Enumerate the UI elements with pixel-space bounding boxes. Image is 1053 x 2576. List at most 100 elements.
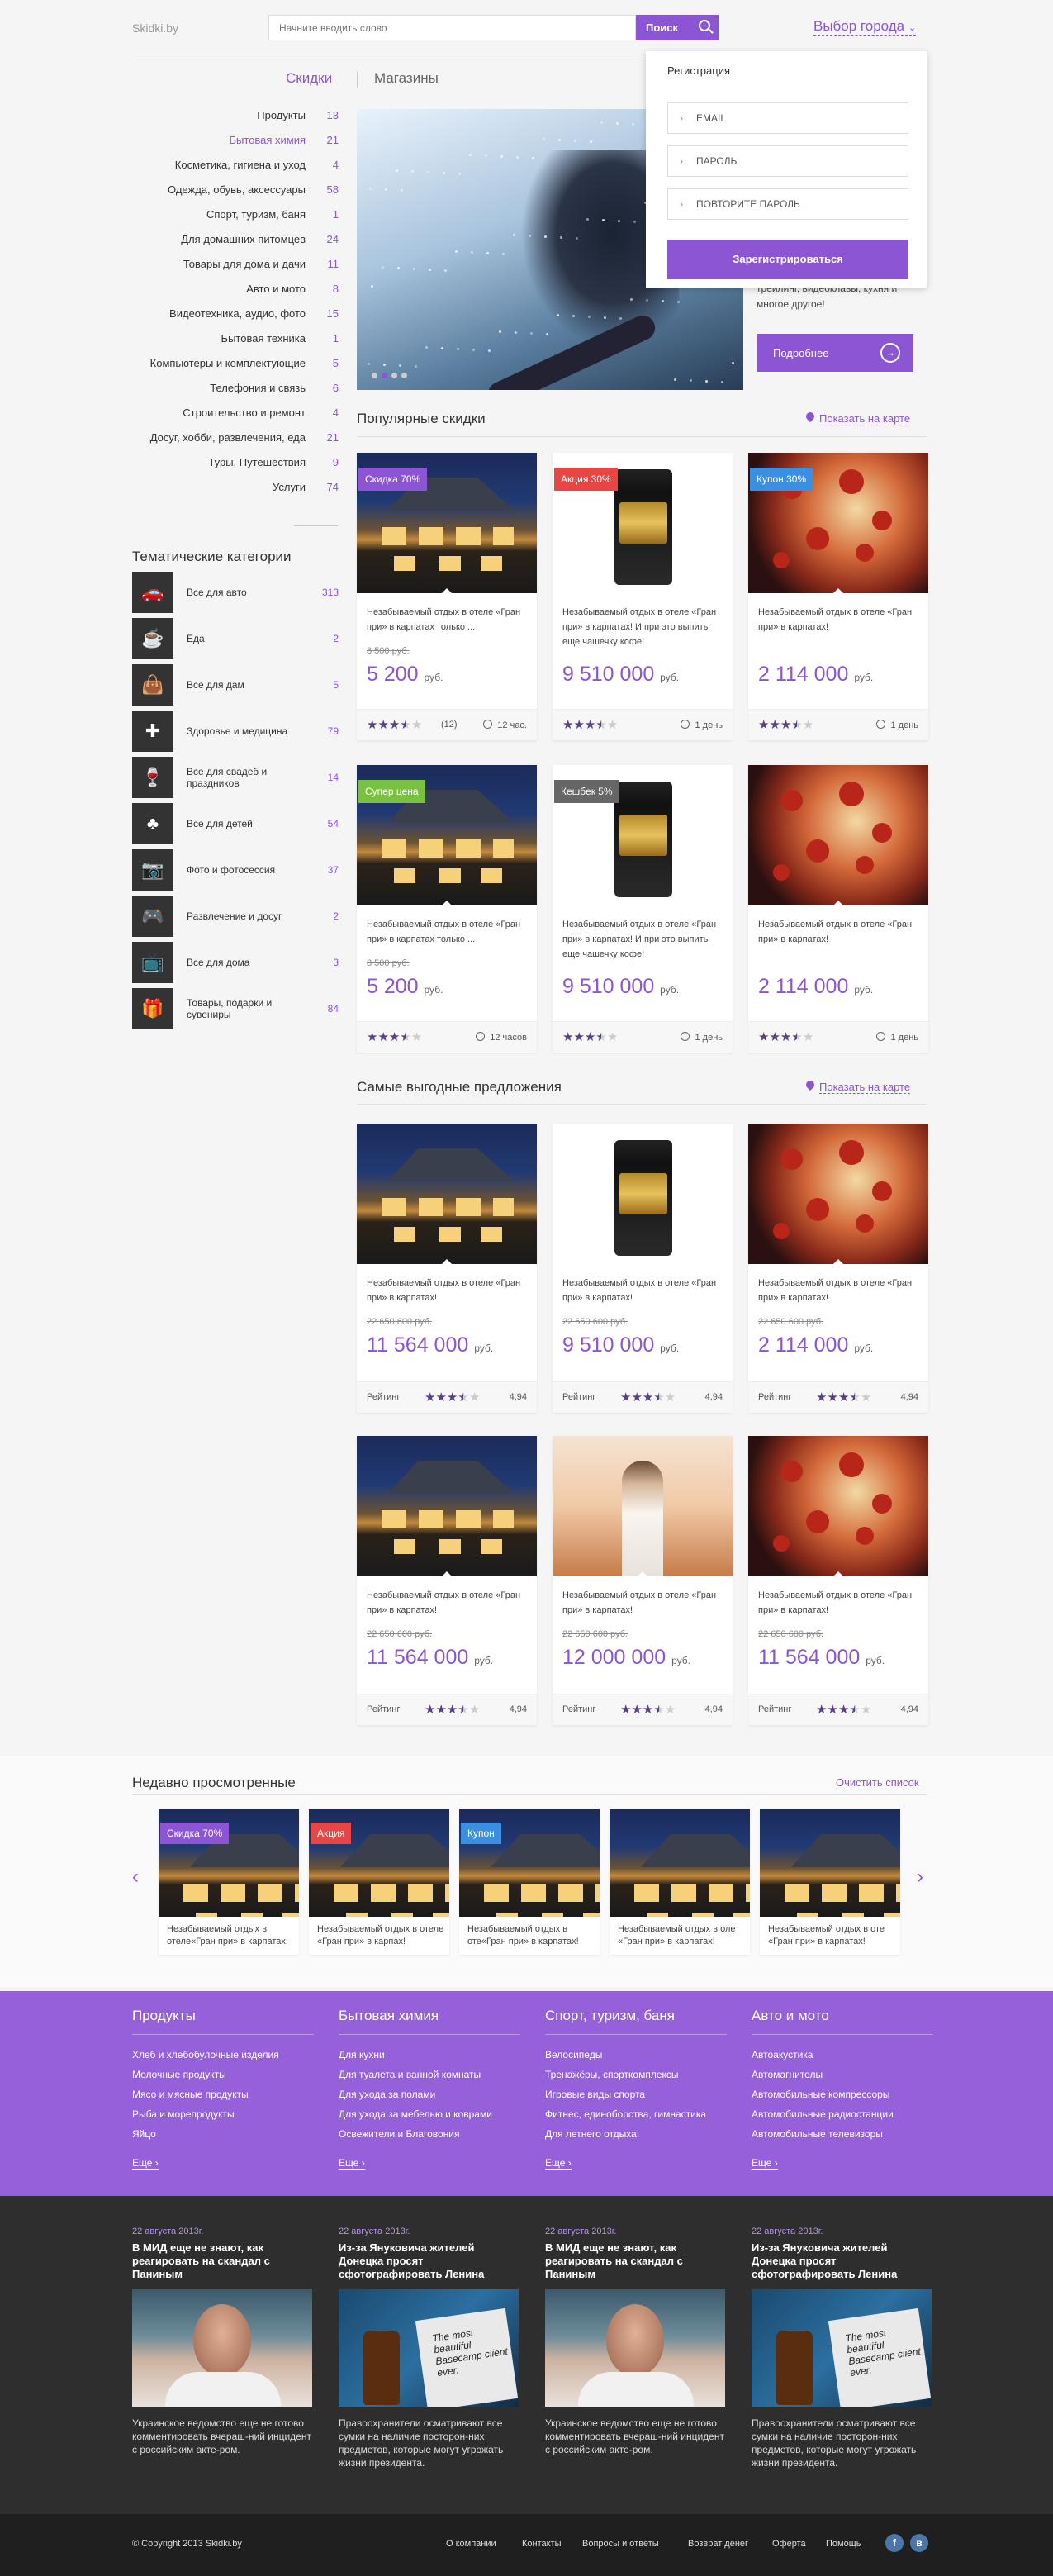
footer-link[interactable]: Велосипеды (545, 2045, 727, 2065)
footer-more-link[interactable]: Еще › (339, 2157, 365, 2170)
category-item[interactable]: Продукты 13 (132, 109, 339, 134)
thematic-item[interactable]: 🎮 Развлечение и досуг 2 (132, 896, 339, 937)
email-field[interactable]: EMAIL (667, 102, 908, 134)
register-button[interactable]: Зарегистрироваться (667, 240, 908, 279)
slider-dot[interactable] (372, 373, 377, 378)
deal-card[interactable]: Кешбек 5% Незабываемый отдых в отеле «Гра… (553, 765, 733, 1053)
news-title[interactable]: В МИД еще не знают, как реагировать на с… (132, 2241, 312, 2289)
slider-dot[interactable] (391, 373, 397, 378)
category-item[interactable]: Видеотехника, аудио, фото 15 (132, 307, 339, 332)
repeat-password-field[interactable]: ПОВТОРИТЕ ПАРОЛЬ (667, 188, 908, 220)
footer-column-title[interactable]: Продукты (132, 2008, 314, 2035)
footer-link[interactable]: Мясо и мясные продукты (132, 2084, 314, 2104)
category-item[interactable]: Спорт, туризм, баня 1 (132, 208, 339, 233)
recent-card[interactable]: Незабываемый отдых в оте «Гран при» в ка… (760, 1809, 900, 1955)
deal-card[interactable]: Купон 30% Незабываемый отдых в отеле «Гра… (748, 453, 928, 740)
thematic-item[interactable]: ✚ Здоровье и медицина 79 (132, 711, 339, 752)
deal-card[interactable]: Незабываемый отдых в отеле «Гран при» в … (748, 765, 928, 1053)
search-button[interactable]: Поиск (636, 15, 719, 40)
chevron-right-icon[interactable]: › (917, 1865, 923, 1889)
bottom-link[interactable]: Возврат денег (688, 2539, 748, 2549)
footer-column-title[interactable]: Спорт, туризм, баня (545, 2008, 727, 2035)
thematic-item[interactable]: ♣ Все для детей 54 (132, 803, 339, 844)
news-item[interactable]: 22 августа 2013г. В МИД еще не знают, как… (545, 2227, 725, 2456)
footer-link[interactable]: Хлеб и хлебобулочные изделия (132, 2045, 314, 2065)
chevron-left-icon[interactable]: ‹ (132, 1865, 139, 1889)
thematic-item[interactable]: 📷 Фото и фотосессия 37 (132, 849, 339, 891)
category-item[interactable]: Строительство и ремонт 4 (132, 406, 339, 431)
deal-card[interactable]: Скидка 70% Незабываемый отдых в отеле «Гр… (357, 453, 537, 740)
category-item[interactable]: Туры, Путешествия 9 (132, 456, 339, 481)
news-item[interactable]: 22 августа 2013г. Из-за Януковича жителей… (339, 2227, 519, 2469)
footer-link[interactable]: Освежители и Благовония (339, 2124, 520, 2144)
footer-more-link[interactable]: Еще › (545, 2157, 572, 2170)
thematic-item[interactable]: 🍷 Все для свадеб и праздников 14 (132, 757, 339, 798)
footer-link[interactable]: Автоакустика (752, 2045, 933, 2065)
bottom-link[interactable]: Помощь (826, 2539, 861, 2549)
bottom-link[interactable]: О компании (446, 2539, 496, 2549)
category-item[interactable]: Товары для дома и дачи 11 (132, 258, 339, 283)
footer-link[interactable]: Для ухода за полами (339, 2084, 520, 2104)
footer-more-link[interactable]: Еще › (752, 2157, 778, 2170)
thematic-item[interactable]: 🎁 Товары, подарки и сувениры 84 (132, 988, 339, 1029)
category-item[interactable]: Телефония и связь 6 (132, 382, 339, 406)
footer-link[interactable]: Автомобильные компрессоры (752, 2084, 933, 2104)
news-item[interactable]: 22 августа 2013г. Из-за Януковича жителей… (752, 2227, 932, 2469)
offer-card[interactable]: Незабываемый отдых в отеле «Гран при» в … (748, 1124, 928, 1413)
hero-more-button[interactable]: Подробнее → (757, 334, 913, 372)
bottom-link[interactable]: Оферта (772, 2539, 806, 2549)
facebook-icon[interactable]: f (885, 2534, 904, 2552)
popular-map-link[interactable]: Показать на карте (804, 410, 911, 425)
thematic-item[interactable]: ☕ Еда 2 (132, 618, 339, 659)
vk-icon[interactable]: в (910, 2534, 928, 2552)
footer-link[interactable]: Тренажёры, спорткомплексы (545, 2065, 727, 2084)
news-item[interactable]: 22 августа 2013г. В МИД еще не знают, как… (132, 2227, 312, 2456)
category-item[interactable]: Услуги 74 (132, 481, 339, 506)
deal-card[interactable]: Акция 30% Незабываемый отдых в отеле «Гра… (553, 453, 733, 740)
footer-link[interactable]: Фитнес, единоборства, гимнастика (545, 2104, 727, 2124)
password-field[interactable]: ПАРОЛЬ (667, 145, 908, 177)
footer-column-title[interactable]: Бытовая химия (339, 2008, 520, 2035)
footer-column-title[interactable]: Авто и мото (752, 2008, 933, 2035)
thematic-item[interactable]: 👜 Все для дам 5 (132, 664, 339, 706)
footer-link[interactable]: Игровые виды спорта (545, 2084, 727, 2104)
category-item[interactable]: Бытовая химия 21 (132, 134, 339, 159)
footer-link[interactable]: Для кухни (339, 2045, 520, 2065)
recent-card[interactable]: Купон Незабываемый отдых в оте«Гран при» … (459, 1809, 600, 1955)
recent-card[interactable]: Незабываемый отдых в оле «Гран при» в ка… (610, 1809, 750, 1955)
category-item[interactable]: Авто и мото 8 (132, 283, 339, 307)
clear-recent-link[interactable]: Очистить список (836, 1776, 919, 1789)
footer-link[interactable]: Для летнего отдыха (545, 2124, 727, 2144)
thematic-item[interactable]: 📺 Все для дома 3 (132, 942, 339, 983)
slider-dot[interactable] (401, 373, 407, 378)
thematic-item[interactable]: 🚗 Все для авто 313 (132, 572, 339, 613)
search-box[interactable] (268, 15, 636, 40)
footer-link[interactable]: Молочные продукты (132, 2065, 314, 2084)
best-map-link[interactable]: Показать на карте (804, 1078, 911, 1094)
offer-card[interactable]: Незабываемый отдых в отеле «Гран при» в … (553, 1124, 733, 1413)
footer-link[interactable]: Рыба и морепродукты (132, 2104, 314, 2124)
bottom-link[interactable]: Контакты (522, 2539, 562, 2549)
site-logo[interactable]: Skidki.by (132, 21, 178, 35)
footer-more-link[interactable]: Еще › (132, 2157, 159, 2170)
bottom-link[interactable]: Вопросы и ответы (582, 2539, 659, 2549)
offer-card[interactable]: Незабываемый отдых в отеле «Гран при» в … (357, 1436, 537, 1725)
category-item[interactable]: Для домашних питомцев 24 (132, 233, 339, 258)
news-title[interactable]: Из-за Януковича жителей Донецка просят с… (752, 2241, 932, 2289)
tab-discounts[interactable]: Скидки (286, 70, 332, 87)
offer-card[interactable]: Незабываемый отдых в отеле «Гран при» в … (357, 1124, 537, 1413)
city-select[interactable]: Выбор города ⌄ (813, 18, 917, 36)
footer-link[interactable]: Автомобильные телевизоры (752, 2124, 933, 2144)
category-item[interactable]: Досуг, хобби, развлечения, еда 21 (132, 431, 339, 456)
recent-card[interactable]: Скидка 70% Незабываемый отдых в отеле«Гра… (159, 1809, 299, 1955)
footer-link[interactable]: Для туалета и ванной комнаты (339, 2065, 520, 2084)
offer-card[interactable]: Незабываемый отдых в отеле «Гран при» в … (748, 1436, 928, 1725)
news-title[interactable]: Из-за Януковича жителей Донецка просят с… (339, 2241, 519, 2289)
footer-link[interactable]: Яйцо (132, 2124, 314, 2144)
slider-dot[interactable] (382, 373, 387, 378)
news-title[interactable]: В МИД еще не знают, как реагировать на с… (545, 2241, 725, 2289)
footer-link[interactable]: Автомагнитолы (752, 2065, 933, 2084)
category-item[interactable]: Одежда, обувь, аксессуары 58 (132, 183, 339, 208)
footer-link[interactable]: Для ухода за мебелью и коврами (339, 2104, 520, 2124)
offer-card[interactable]: Незабываемый отдых в отеле «Гран при» в … (553, 1436, 733, 1725)
